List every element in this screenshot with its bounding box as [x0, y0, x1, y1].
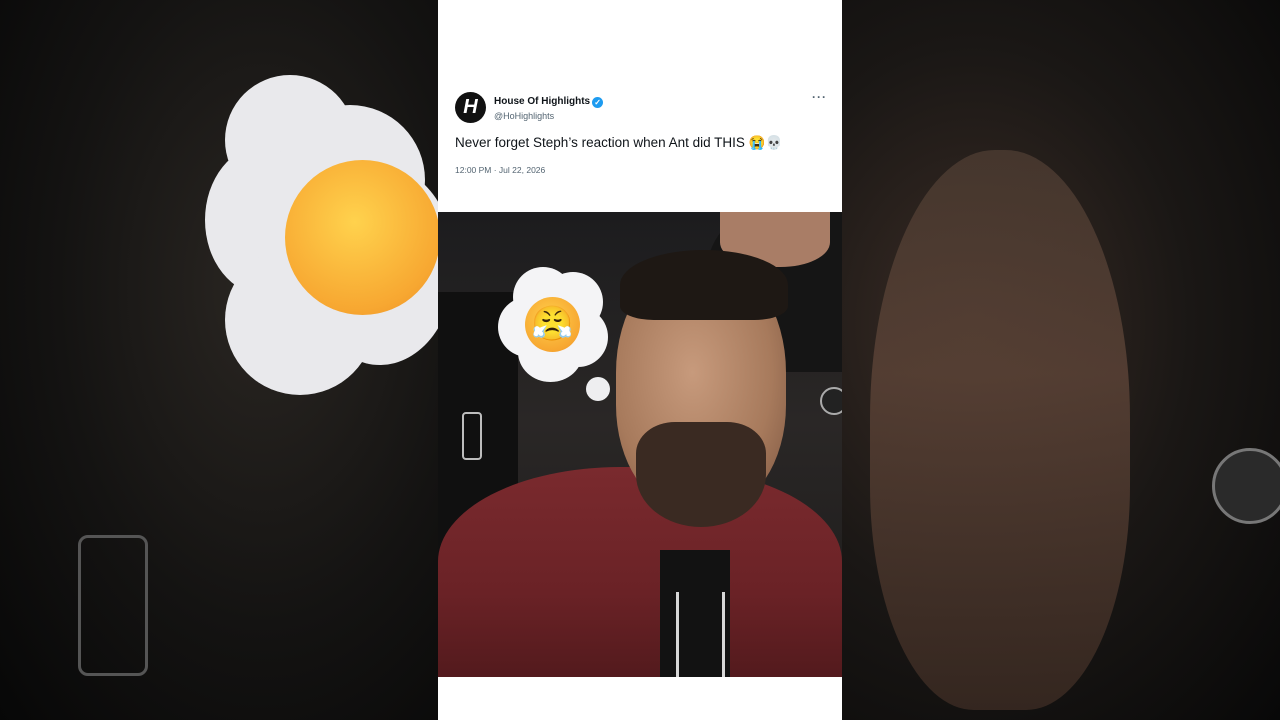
avatar[interactable]: H	[455, 92, 486, 123]
maroon-jacket	[438, 467, 842, 677]
blurred-thought-bubble	[205, 75, 438, 415]
shirt-collar	[660, 550, 730, 677]
blurred-emoji	[285, 160, 438, 315]
blurred-face	[870, 150, 1130, 710]
blurred-badge	[1212, 448, 1280, 524]
verified-badge-icon: ✓	[592, 97, 604, 108]
thought-bubble-dot	[586, 377, 610, 401]
thought-bubble: 😤	[498, 267, 608, 382]
tweet-text: Never forget Steph’s reaction when Ant d…	[455, 135, 783, 150]
bottom-bar	[438, 677, 842, 720]
more-options-icon[interactable]: ···	[812, 90, 827, 104]
player-hair	[620, 250, 788, 320]
steam-face-emoji-icon: 😤	[525, 297, 580, 352]
jacket-zipper-right	[722, 592, 725, 677]
handle[interactable]: @HoHighlights	[494, 111, 554, 121]
display-name[interactable]: House Of Highlights ✓	[494, 96, 604, 108]
post-frame: H House Of Highlights ✓ @HoHighlights ···…	[438, 0, 842, 720]
tweet-timestamp[interactable]: 12:00 PM · Jul 22, 2026	[455, 165, 545, 175]
player-beard	[636, 422, 766, 527]
tweet-card: H House Of Highlights ✓ @HoHighlights ···…	[438, 0, 842, 212]
blurred-backdrop-left	[0, 0, 438, 720]
display-name-text: House Of Highlights	[494, 96, 591, 107]
video-frame[interactable]: 😤	[438, 212, 842, 677]
nba-logo-icon	[462, 412, 482, 460]
avatar-letter: H	[463, 96, 478, 118]
blurred-nba-logo	[78, 535, 148, 676]
jacket-zipper-left	[676, 592, 679, 677]
team-badge-icon	[820, 387, 842, 415]
